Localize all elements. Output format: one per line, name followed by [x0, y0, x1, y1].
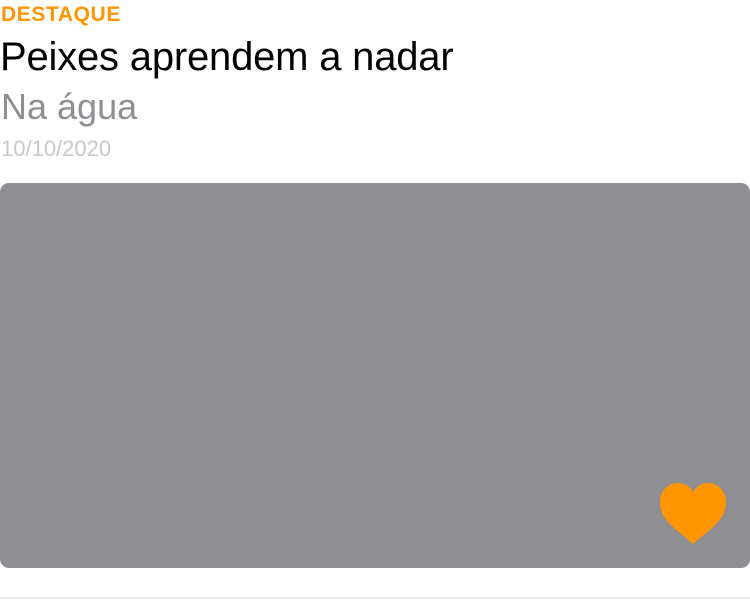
- favorite-button[interactable]: [658, 480, 728, 546]
- article-title: Peixes aprendem a nadar: [0, 35, 454, 79]
- article-kicker: DESTAQUE: [1, 3, 121, 26]
- article-image-placeholder: [0, 183, 750, 568]
- heart-icon: [658, 480, 728, 546]
- article-card[interactable]: DESTAQUE Peixes aprendem a nadar Na água…: [0, 0, 750, 600]
- article-subtitle: Na água: [1, 86, 138, 127]
- article-date: 10/10/2020: [1, 136, 112, 161]
- separator: [0, 597, 750, 599]
